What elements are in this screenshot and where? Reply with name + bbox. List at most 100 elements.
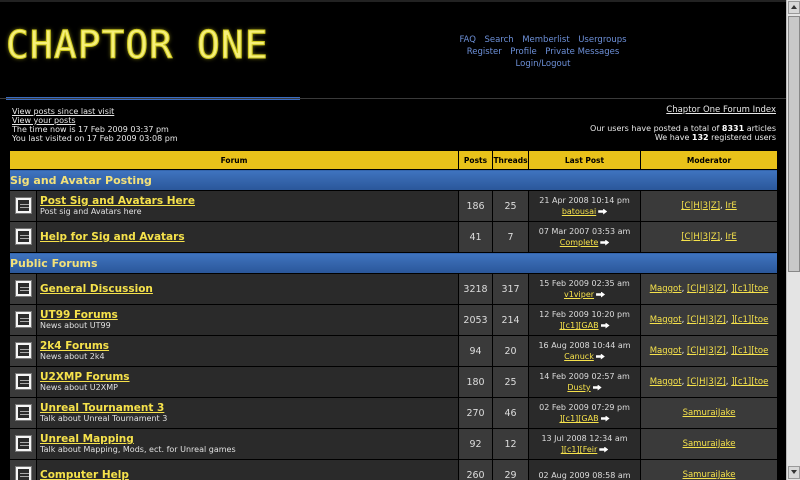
last-post-cell: 15 Feb 2009 02:35 am v1viper (528, 273, 642, 305)
forum-cell: Help for Sig and Avatars (35, 221, 460, 253)
forum-name-link[interactable]: Unreal Tournament 3 (40, 402, 458, 414)
forum-cell: General Discussion (35, 273, 460, 305)
nav-private-messages-link[interactable]: Private Messages (545, 47, 619, 57)
forum-folder-icon (14, 372, 32, 390)
forum-page: CHAPTOR ONE FAQ Search Memberlist Usergr… (0, 0, 786, 480)
users-prefix: We have (654, 133, 692, 142)
moderator-link[interactable]: [C|H|3|Z] (681, 201, 720, 211)
forum-icon-cell (9, 459, 37, 480)
goto-last-post-icon[interactable] (600, 415, 610, 422)
moderator-link[interactable]: ][c1][toe (731, 377, 768, 387)
forum-name-link[interactable]: 2k4 Forums (40, 340, 458, 352)
view-posts-since-last-visit-link[interactable]: View posts since last visit (12, 107, 114, 116)
last-post-date: 13 Jul 2008 12:34 am (541, 434, 628, 443)
last-post-user-link[interactable]: ][c1][Feir (561, 445, 598, 454)
goto-last-post-icon[interactable] (600, 239, 610, 246)
moderator-link[interactable]: [C|H|3|Z] (687, 284, 726, 294)
forum-row: UT99 Forums News about UT99 2053 214 12 Feb … (9, 304, 779, 336)
moderator-link[interactable]: Maggot (650, 377, 682, 387)
forum-icon-cell (9, 190, 37, 222)
last-post-cell: 13 Jul 2008 12:34 am ][c1][Feir (528, 428, 642, 460)
last-post-cell: 12 Feb 2009 10:20 pm][c1][GAB (528, 304, 642, 336)
threads-count: 46 (492, 397, 530, 429)
moderator-link[interactable]: [C|H|3|Z] (687, 377, 726, 387)
moderator-link[interactable]: IrE (725, 232, 736, 242)
moderator-link[interactable]: SamuraiJake (683, 470, 736, 480)
forum-row: 2k4 Forums News about 2k4 94 20 16 Aug 2008 … (9, 335, 779, 367)
threads-column-header: Threads (492, 150, 530, 170)
last-post-cell: 16 Aug 2008 10:44 am Canuck (528, 335, 642, 367)
forum-name-link[interactable]: Unreal Mapping (40, 433, 458, 445)
forum-row: U2XMP Forums News about U2XMP 180 25 14 Feb … (9, 366, 779, 398)
forum-name-link[interactable]: UT99 Forums (40, 309, 458, 321)
category-title[interactable]: Public Forums (8, 252, 779, 274)
forum-icon-cell (9, 366, 37, 398)
nav-login-logout-link[interactable]: Login/Logout (516, 59, 571, 69)
forum-index-link[interactable]: Chaptor One Forum Index (666, 105, 776, 115)
last-post-cell: 21 Apr 2008 10:14 pm batousai (528, 190, 642, 222)
last-post-user-link[interactable]: Complete (560, 238, 599, 247)
forum-name-link[interactable]: U2XMP Forums (40, 371, 458, 383)
last-post-user-link[interactable]: batousai (562, 207, 596, 216)
nav-usergroups-link[interactable]: Usergroups (578, 35, 626, 45)
last-post-cell: 02 Aug 2009 08:58 am (528, 459, 642, 480)
view-your-posts-link[interactable]: View your posts (12, 116, 76, 125)
nav-register-link[interactable]: Register (467, 47, 502, 57)
scroll-up-button[interactable] (788, 1, 800, 14)
forum-table: Forum Posts Threads Last Post Moderator … (8, 150, 779, 480)
forum-description: Talk about Unreal Tournament 3 (40, 414, 168, 423)
last-post-date: 02 Aug 2009 08:58 am (538, 470, 631, 480)
moderator-link[interactable]: [C|H|3|Z] (681, 232, 720, 242)
forum-name-link[interactable]: General Discussion (40, 283, 458, 295)
site-logo[interactable]: CHAPTOR ONE (6, 24, 269, 67)
last-post-date: 15 Feb 2009 02:35 am (539, 279, 630, 288)
forum-name-link[interactable]: Computer Help (40, 469, 458, 480)
forum-description: News about UT99 (40, 321, 111, 330)
moderator-link[interactable]: [C|H|3|Z] (687, 346, 726, 356)
forum-name-link[interactable]: Help for Sig and Avatars (40, 231, 458, 243)
moderator-link[interactable]: ][c1][toe (731, 284, 768, 294)
moderator-cell: [C|H|3|Z], IrE (640, 190, 779, 222)
goto-last-post-icon[interactable] (599, 446, 609, 453)
goto-last-post-icon[interactable] (595, 353, 605, 360)
nav-memberlist-link[interactable]: Memberlist (522, 35, 569, 45)
posts-count: 92 (458, 428, 494, 460)
nav-search-link[interactable]: Search (484, 35, 513, 45)
threads-count: 12 (492, 428, 530, 460)
last-post-column-header: Last Post (528, 150, 642, 170)
posts-column-header: Posts (458, 150, 494, 170)
nav-profile-link[interactable]: Profile (510, 47, 536, 57)
forum-name-link[interactable]: Post Sig and Avatars Here (40, 195, 458, 207)
goto-last-post-icon[interactable] (596, 291, 606, 298)
vertical-scrollbar[interactable] (786, 0, 800, 480)
category-title[interactable]: Sig and Avatar Posting (8, 169, 779, 191)
moderator-link[interactable]: SamuraiJake (683, 439, 736, 449)
moderator-link[interactable]: Maggot (650, 315, 682, 325)
moderator-link[interactable]: IrE (725, 201, 736, 211)
scroll-down-button[interactable] (788, 466, 800, 479)
goto-last-post-icon[interactable] (600, 322, 610, 329)
last-post-cell: 07 Mar 2007 03:53 am Complete (528, 221, 642, 253)
moderator-link[interactable]: [C|H|3|Z] (687, 315, 726, 325)
moderator-cell: Maggot, [C|H|3|Z], ][c1][toe (640, 366, 779, 398)
moderator-link[interactable]: SamuraiJake (683, 408, 736, 418)
moderator-link[interactable]: Maggot (650, 346, 682, 356)
moderator-link[interactable]: ][c1][toe (731, 346, 768, 356)
users-count: 132 (691, 133, 709, 142)
scrollbar-thumb[interactable] (788, 16, 800, 272)
goto-last-post-icon[interactable] (592, 384, 602, 391)
forum-description: News about 2k4 (40, 352, 105, 361)
nav-faq-link[interactable]: FAQ (459, 35, 475, 45)
moderator-link[interactable]: ][c1][toe (731, 315, 768, 325)
last-post-user-link[interactable]: ][c1][GAB (559, 321, 598, 330)
forum-folder-icon (14, 403, 32, 421)
forum-folder-icon (14, 465, 32, 480)
moderator-link[interactable]: Maggot (650, 284, 682, 294)
goto-last-post-icon[interactable] (598, 208, 608, 215)
last-post-user-link[interactable]: ][c1][GAB (559, 414, 598, 423)
last-post-user-link[interactable]: Dusty (567, 383, 590, 392)
forum-folder-icon (14, 310, 32, 328)
last-post-user-link[interactable]: v1viper (564, 290, 594, 299)
forum-folder-icon (14, 227, 32, 245)
last-post-user-link[interactable]: Canuck (564, 352, 594, 361)
